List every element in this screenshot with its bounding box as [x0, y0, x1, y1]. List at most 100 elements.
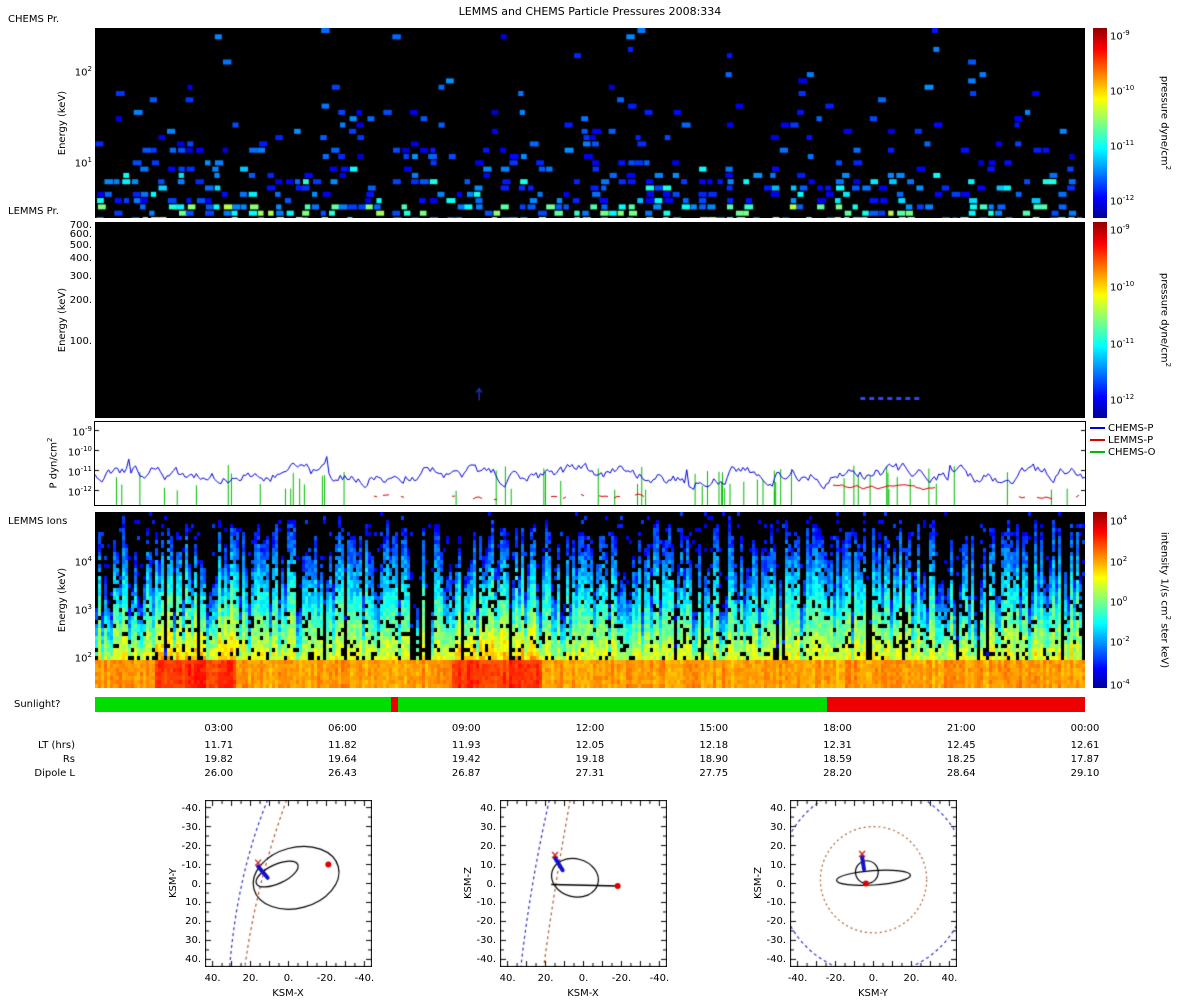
axis-row-value: 12.05	[575, 740, 605, 751]
time-tick-label: 03:00	[204, 723, 234, 734]
orbit-y-tick: 40.	[770, 802, 786, 814]
orbit-x-tick: 20.	[242, 973, 259, 984]
orbit-y-tick: 0.	[486, 878, 496, 890]
orbit-y-tick: 40.	[185, 954, 201, 966]
y-tick-label: 102	[74, 64, 92, 79]
orbit-y-tick: 20.	[480, 840, 496, 852]
orbit-y-tick: -30.	[476, 935, 496, 947]
axis-row-value: 26.43	[328, 768, 357, 779]
orbit-y-tick: 10.	[185, 897, 201, 909]
chems-spectrogram	[95, 28, 1085, 218]
axis-row-value: 11.93	[451, 740, 481, 751]
y-tick-label: 300.	[69, 270, 92, 282]
orbit-y-tick: 20.	[770, 840, 786, 852]
orbit-plot-xz	[500, 800, 667, 967]
orbit-x-tick: 20.	[903, 973, 920, 984]
legend-swatch	[1090, 439, 1105, 441]
axis-row-value: 18.25	[946, 754, 976, 765]
orbit-x-tick: -40.	[354, 973, 375, 984]
time-tick-label: 18:00	[823, 723, 852, 734]
axis-row-value: 28.64	[946, 768, 976, 779]
orbit-y-tick: -10.	[181, 859, 201, 871]
orbit-y-tick: -20.	[766, 916, 786, 928]
row-label-rs: Rs	[62, 754, 75, 765]
orbit-plot-xy	[205, 800, 372, 967]
orbit-y-tick: -30.	[181, 821, 201, 833]
orbit-y-tick: -20.	[181, 840, 201, 852]
colorbar-tick-label: 10-12	[1110, 194, 1135, 208]
axis-row-value: 26.00	[204, 768, 234, 779]
axis-row-value: 11.71	[204, 740, 234, 751]
y-tick-label: 500.	[69, 240, 92, 252]
axis-row-value: 27.75	[699, 768, 729, 779]
axis-row-value: 11.82	[328, 740, 357, 751]
orbit-y-tick: -10.	[476, 897, 496, 909]
y-tick-label: 103	[74, 602, 92, 617]
orbit-x-tick: 40.	[941, 973, 958, 984]
sunlight-bar	[95, 697, 1085, 712]
colorbar-tick-label: 102	[1110, 554, 1128, 568]
axis-row-value: 12.18	[699, 740, 729, 751]
orbit-y-tick: 10.	[480, 859, 496, 871]
colorbar-tick-label: 10-9	[1110, 222, 1130, 237]
orbit-y-tick: 20.	[185, 916, 201, 928]
orbit3-xlabel: KSM-Y	[857, 988, 889, 999]
sunlight-label: Sunlight?	[14, 699, 61, 710]
orbit-y-tick: 40.	[480, 802, 496, 814]
orbit-x-tick: -20.	[825, 973, 846, 984]
orbit-x-tick: 0.	[578, 973, 589, 984]
axis-row-value: 12.31	[823, 740, 852, 751]
colorbar-tick-label: 10-11	[1110, 336, 1135, 350]
y-tick-label: 200.	[69, 294, 92, 306]
time-tick-label: 06:00	[328, 723, 357, 734]
orbit-y-tick: -10.	[766, 897, 786, 909]
orbit-x-tick: 40.	[499, 973, 516, 984]
lemms-spectrogram	[95, 222, 1085, 418]
row-label-dipole: Dipole L	[34, 768, 75, 779]
axis-row-value: 19.18	[575, 754, 605, 765]
axis-row-value: 12.61	[1070, 740, 1100, 751]
axis-row-value: 17.87	[1070, 754, 1100, 765]
y-tick-label: 400.	[69, 253, 92, 265]
ions-colorbar	[1093, 512, 1107, 688]
lemms-colorbar	[1093, 222, 1107, 418]
sunlight-segment	[95, 697, 827, 712]
axis-row-value: 18.90	[699, 754, 729, 765]
orbit-y-tick: 0.	[776, 878, 786, 890]
legend-swatch	[1090, 427, 1105, 429]
axis-row-value: 29.10	[1070, 768, 1100, 779]
plot-page: LEMMS and CHEMS Particle Pressures 2008:…	[0, 0, 1200, 1000]
legend-label: LEMMS-P	[1108, 435, 1154, 446]
orbit-x-tick: -20.	[316, 973, 337, 984]
y-axis-label-pressure: P dyn/cm2	[46, 437, 60, 489]
y-tick-label: 10-11	[67, 465, 92, 479]
y-tick-label: 10-10	[67, 445, 92, 459]
colorbar-tick-label: 10-12	[1110, 393, 1135, 407]
colorbar-tick-label: 10-2	[1110, 635, 1130, 649]
axis-row-value: 19.82	[204, 754, 234, 765]
orbit-x-tick: -20.	[611, 973, 632, 984]
y-tick-label: 100.	[69, 336, 92, 348]
orbit1-xlabel: KSM-X	[272, 988, 304, 999]
axis-row-value: 19.42	[451, 754, 481, 765]
orbit-y-tick: 30.	[185, 935, 201, 947]
time-tick-label: 12:00	[575, 723, 605, 734]
axis-row-value: 27.31	[575, 768, 605, 779]
axis-row-value: 19.64	[328, 754, 357, 765]
legend-swatch	[1090, 451, 1105, 453]
colorbar-label-chems: pressure dyne/cm2	[1158, 75, 1172, 171]
y-tick-label: 600.	[69, 229, 92, 241]
row-label-lt: LT (hrs)	[38, 740, 75, 751]
time-tick-label: 00:00	[1070, 723, 1100, 734]
panel-label-chems: CHEMS Pr.	[8, 14, 60, 25]
orbit-x-tick: -40.	[649, 973, 670, 984]
orbit-y-tick: 30.	[480, 821, 496, 833]
legend-label: CHEMS-O	[1108, 447, 1156, 458]
orbit-y-tick: -40.	[476, 954, 496, 966]
orbit-x-tick: 40.	[204, 973, 221, 984]
orbit-y-tick: 30.	[770, 821, 786, 833]
orbit-y-tick: 10.	[770, 859, 786, 871]
y-tick-label: 10-12	[67, 485, 92, 499]
orbit2-xlabel: KSM-X	[567, 988, 599, 999]
orbit-x-tick: -40.	[787, 973, 808, 984]
